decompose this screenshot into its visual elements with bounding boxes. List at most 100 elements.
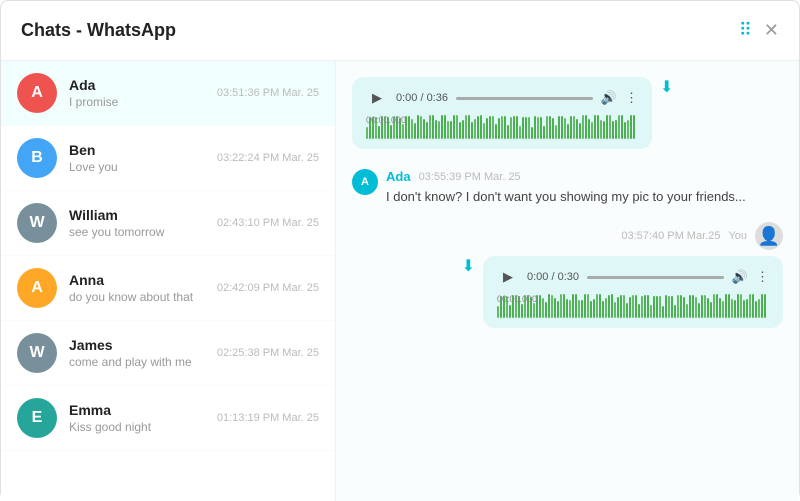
- download-icon[interactable]: ⬇: [660, 77, 673, 97]
- waveform-bar: [671, 296, 673, 318]
- waveform-bar: [665, 295, 667, 318]
- waveform-bar: [752, 294, 754, 318]
- avatar: W: [17, 203, 57, 243]
- waveform-bar: [554, 298, 556, 318]
- waveform-bar: [591, 122, 593, 139]
- waveform-bar: [509, 305, 511, 318]
- waveform-bar: [543, 126, 545, 139]
- outgoing-audio-message: 03:57:40 PM Mar.25 You 👤 ▶ 0:00 / 0:30 🔊: [352, 222, 783, 328]
- chat-list-item-ben[interactable]: B Ben Love you 03:22:24 PM Mar. 25: [1, 126, 335, 191]
- waveform-bar: [600, 120, 602, 139]
- waveform-bar: [740, 294, 742, 318]
- waveform-bar: [566, 299, 568, 318]
- avatar: E: [17, 398, 57, 438]
- waveform-bar: [575, 294, 577, 318]
- waveform-bar: [426, 122, 428, 139]
- outgoing-waveform-area: 00:00.000: [497, 294, 769, 318]
- chat-list-item-emma[interactable]: E Emma Kiss good night 01:13:19 PM Mar. …: [1, 386, 335, 451]
- waveform-bar: [630, 115, 632, 139]
- waveform-bar: [650, 305, 652, 318]
- waveform-bar: [588, 119, 590, 139]
- outgoing-play-button[interactable]: ▶: [497, 266, 519, 288]
- waveform-bar: [621, 115, 623, 139]
- waveform-bar: [596, 294, 598, 318]
- waveform-bar: [497, 306, 499, 318]
- waveform-bar: [549, 116, 551, 139]
- chat-list-item-william[interactable]: W William see you tomorrow 02:43:10 PM M…: [1, 191, 335, 256]
- waveform-bar: [761, 294, 763, 318]
- waveform-bar: [477, 116, 479, 139]
- waveform-bar: [594, 115, 596, 139]
- close-icon[interactable]: ✕: [764, 20, 779, 41]
- audio-progress-slider[interactable]: [456, 97, 593, 100]
- waveform-bar: [579, 123, 581, 139]
- play-button[interactable]: ▶: [366, 87, 388, 109]
- chat-name: William: [69, 207, 209, 223]
- chat-name: Anna: [69, 272, 209, 288]
- waveform-bar: [617, 297, 619, 318]
- outgoing-time: 03:57:40 PM Mar.25: [621, 230, 720, 242]
- waveform-bar: [737, 294, 739, 318]
- outgoing-more-icon[interactable]: ⋮: [756, 269, 769, 285]
- waveform-bar: [486, 118, 488, 139]
- chat-info: Ben Love you: [69, 142, 209, 174]
- waveform-bar: [429, 115, 431, 139]
- avatar: A: [17, 73, 57, 113]
- chat-name: Ada: [69, 77, 209, 93]
- waveform-bar: [498, 118, 500, 139]
- waveform-bar: [584, 294, 586, 318]
- waveform-bar: [408, 116, 410, 139]
- chat-info: William see you tomorrow: [69, 207, 209, 239]
- chat-preview: Kiss good night: [69, 420, 209, 434]
- main-layout: A Ada I promise 03:51:36 PM Mar. 25 B Be…: [1, 61, 799, 501]
- outgoing-volume-icon[interactable]: 🔊: [732, 269, 748, 285]
- audio-controls: ▶ 0:00 / 0:36 🔊 ⋮: [366, 87, 638, 109]
- waveform-bar: [570, 116, 572, 139]
- outgoing-download-icon[interactable]: ⬇: [462, 256, 475, 276]
- waveform-bar: [548, 294, 550, 318]
- chat-list-item-james[interactable]: W James come and play with me 02:25:38 P…: [1, 321, 335, 386]
- message-time: 03:55:39 PM Mar. 25: [419, 171, 521, 183]
- waveform-bar: [480, 115, 482, 139]
- incoming-text-message: A Ada 03:55:39 PM Mar. 25 I don't know? …: [352, 169, 783, 206]
- outgoing-meta: 03:57:40 PM Mar.25 You 👤: [621, 222, 783, 250]
- sender-avatar: A: [352, 169, 378, 195]
- waveform-bar: [618, 115, 620, 139]
- waveform-bar: [546, 116, 548, 139]
- waveform-bar: [390, 125, 392, 139]
- waveform-bar: [456, 115, 458, 139]
- waveform-bar: [462, 120, 464, 139]
- waveform-bar: [564, 118, 566, 139]
- chat-name: Ben: [69, 142, 209, 158]
- waveform-bar: [758, 299, 760, 318]
- waveform-timestamp: 00:00.000: [366, 115, 406, 125]
- waveform-bar: [722, 301, 724, 318]
- waveform-bar: [659, 296, 661, 318]
- outgoing-audio-slider[interactable]: [587, 276, 724, 279]
- waveform-bar: [501, 116, 503, 139]
- waveform-bar: [450, 121, 452, 139]
- waveform-bar: [539, 295, 541, 318]
- waveform-bar: [695, 297, 697, 318]
- header-actions: ⠿ ✕: [739, 20, 779, 41]
- avatar: W: [17, 333, 57, 373]
- waveform-bar: [710, 302, 712, 318]
- waveform-bar: [627, 120, 629, 139]
- waveform-bar: [614, 302, 616, 318]
- waveform-bar: [728, 294, 730, 318]
- chat-info: Anna do you know about that: [69, 272, 209, 304]
- waveform-bar: [366, 127, 368, 139]
- more-options-icon[interactable]: ⋮: [625, 90, 638, 106]
- waveform-bar: [492, 116, 494, 139]
- waveform-bar: [560, 294, 562, 318]
- waveform-bar: [402, 124, 404, 139]
- message-header: Ada 03:55:39 PM Mar. 25: [386, 169, 783, 184]
- chat-list-item-anna[interactable]: A Anna do you know about that 02:42:09 P…: [1, 256, 335, 321]
- waveform-bar: [689, 295, 691, 318]
- waveform-bar: [692, 295, 694, 318]
- waveform-area: 00:00.000: [366, 115, 638, 139]
- chat-list-item-ada[interactable]: A Ada I promise 03:51:36 PM Mar. 25: [1, 61, 335, 126]
- volume-icon[interactable]: 🔊: [601, 90, 617, 106]
- grid-icon[interactable]: ⠿: [739, 20, 752, 41]
- waveform-bar: [582, 115, 584, 139]
